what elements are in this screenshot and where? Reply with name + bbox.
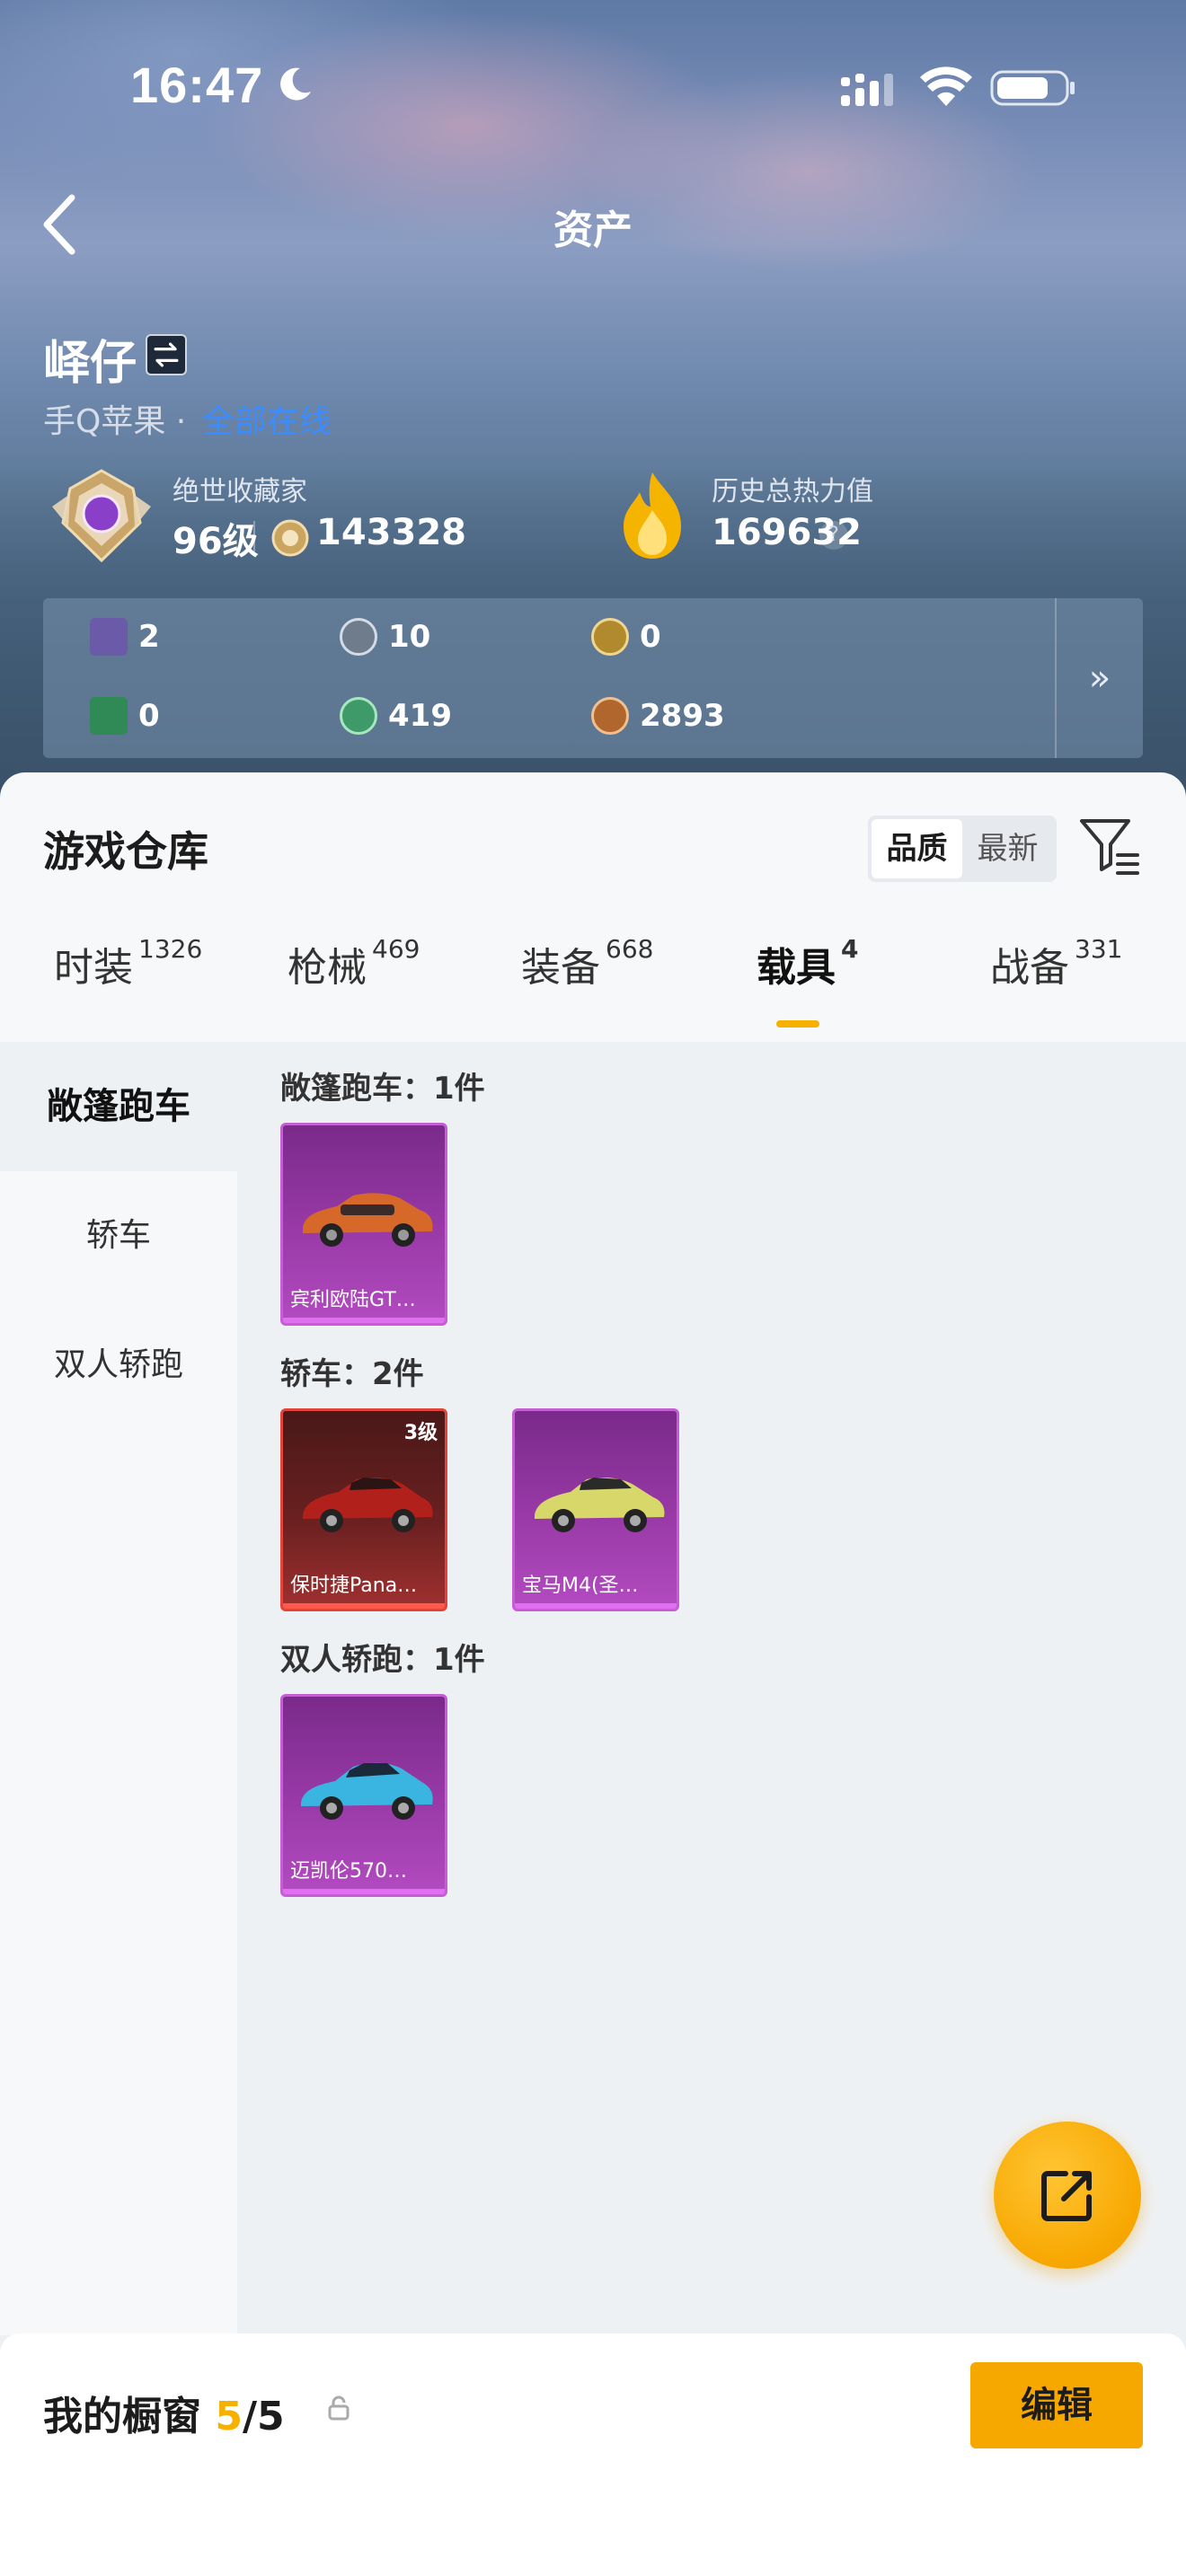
wifi-icon [920, 66, 972, 106]
category-tabs: 时装 1326 枪械 469 装备 668 载具 4 战备 331 [0, 934, 1186, 1042]
expand-currencies-button[interactable]: » [1055, 598, 1143, 758]
sort-by-latest[interactable]: 最新 [962, 819, 1053, 878]
vehicle-card[interactable]: 宝马M4(圣… [512, 1408, 679, 1611]
tab-combat-gear[interactable]: 战备 331 [990, 934, 1122, 992]
rarity-strip [283, 1603, 445, 1609]
status-time: 16:47 [130, 57, 264, 113]
bronze-coin-icon [591, 697, 629, 735]
vehicle-card[interactable]: 宾利欧陆GT… [280, 1123, 447, 1326]
showcase-total: /5 [242, 2394, 285, 2439]
vehicle-name: 保时捷Pana… [290, 1575, 418, 1597]
group-title: 轿车：2件 [280, 1356, 424, 1392]
green-gem-icon [340, 697, 377, 735]
page-title: 资产 [553, 207, 633, 253]
sort-by-quality[interactable]: 品质 [872, 819, 962, 878]
currency-item: 0 [591, 618, 661, 656]
cellular-signal-icon [841, 74, 893, 106]
currency-item: 2 [90, 618, 160, 656]
help-icon[interactable]: ? [819, 521, 848, 550]
gold-triangle-coin-icon [591, 618, 629, 656]
online-status: 全部在线 [201, 403, 332, 440]
vehicle-name: 宝马M4(圣… [522, 1575, 639, 1597]
currency-panel: 2 10 0 0 419 2893 » [43, 598, 1143, 758]
share-export-icon [1041, 2171, 1092, 2221]
showcase-count: 5 [215, 2394, 243, 2439]
sidebar-item-convertible[interactable]: 敞篷跑车 [0, 1042, 237, 1171]
vehicle-card[interactable]: 迈凯伦570… [280, 1694, 447, 1897]
tab-equipment[interactable]: 装备 668 [521, 934, 653, 992]
purple-card-icon [90, 618, 128, 656]
car-icon [301, 1762, 433, 1820]
rank-badge-icon [52, 469, 151, 563]
rank-title: 绝世收藏家 [173, 476, 307, 507]
sidebar-item-sedan[interactable]: 轿车 [0, 1171, 237, 1301]
vehicle-name: 宾利欧陆GT… [290, 1289, 416, 1311]
flame-icon [624, 472, 681, 559]
currency-item: 10 [340, 618, 430, 656]
divider [253, 521, 255, 553]
tab-weapons[interactable]: 枪械 469 [288, 934, 420, 992]
battery-icon [990, 70, 1075, 106]
username: 峄仔 [43, 337, 137, 391]
rarity-strip [283, 1889, 445, 1894]
sidebar-item-coupe[interactable]: 双人轿跑 [0, 1301, 237, 1430]
vehicle-level: 3级 [403, 1422, 438, 1444]
edit-showcase-button[interactable]: 编辑 [970, 2362, 1143, 2448]
rarity-strip [515, 1603, 677, 1609]
account-info: 手Q苹果 · 全部在线 [43, 395, 332, 442]
group-title: 敞篷跑车：1件 [280, 1071, 485, 1107]
filter-icon[interactable] [1078, 814, 1141, 880]
active-tab-indicator [776, 1020, 819, 1028]
sort-toggle: 品质 最新 [868, 816, 1057, 882]
share-button[interactable] [994, 2122, 1141, 2269]
lock-icon [328, 2395, 350, 2421]
green-card-icon [90, 697, 128, 735]
vehicle-card[interactable]: 3级 保时捷Pana… [280, 1408, 447, 1611]
heat-title: 历史总热力值 [712, 476, 873, 507]
tab-fashion[interactable]: 时装 1326 [54, 934, 202, 992]
separator: · [175, 403, 187, 440]
showcase-title: 我的橱窗 5/5 [43, 2394, 285, 2439]
platform-label: 手Q苹果 [43, 403, 166, 440]
vehicle-name: 迈凯伦570… [290, 1860, 407, 1883]
rank-level: 96级 [173, 521, 259, 562]
currency-item: 0 [90, 697, 160, 735]
vehicle-category-sidebar: 敞篷跑车 轿车 双人轿跑 [0, 1042, 237, 2335]
car-icon [303, 1193, 433, 1247]
rarity-strip [283, 1318, 445, 1323]
group-title: 双人轿跑：1件 [280, 1642, 485, 1678]
moon-icon [280, 67, 311, 101]
switch-account-icon[interactable] [146, 334, 187, 375]
collection-coin-icon [271, 519, 309, 557]
collection-points: 143328 [316, 512, 466, 553]
car-icon [303, 1478, 433, 1532]
currency-item: 419 [340, 697, 452, 735]
silver-coin-icon [340, 618, 377, 656]
warehouse-title: 游戏仓库 [43, 827, 208, 876]
currency-item: 2893 [591, 697, 725, 735]
car-icon [535, 1478, 665, 1532]
tab-vehicles[interactable]: 载具 4 [757, 934, 858, 992]
